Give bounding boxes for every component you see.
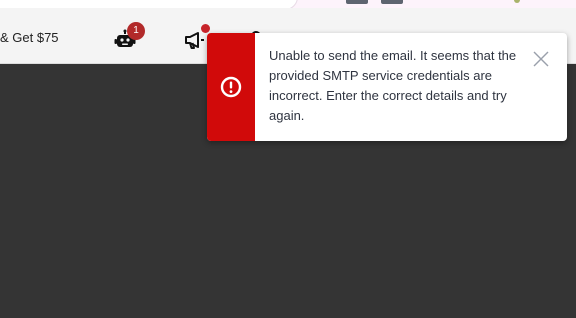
- notification-count-badge: 1: [127, 22, 145, 40]
- referral-link[interactable]: & Get $75: [0, 30, 59, 45]
- announcement-dot: [201, 24, 210, 33]
- close-icon[interactable]: [532, 50, 550, 68]
- toast-error-stripe: [207, 33, 255, 141]
- extension-badge[interactable]: [346, 0, 368, 4]
- alert-circle-icon: [220, 76, 242, 98]
- toast-message: Unable to send the email. It seems that …: [269, 48, 517, 123]
- extension-badge[interactable]: [381, 0, 403, 4]
- error-toast: Unable to send the email. It seems that …: [207, 33, 567, 141]
